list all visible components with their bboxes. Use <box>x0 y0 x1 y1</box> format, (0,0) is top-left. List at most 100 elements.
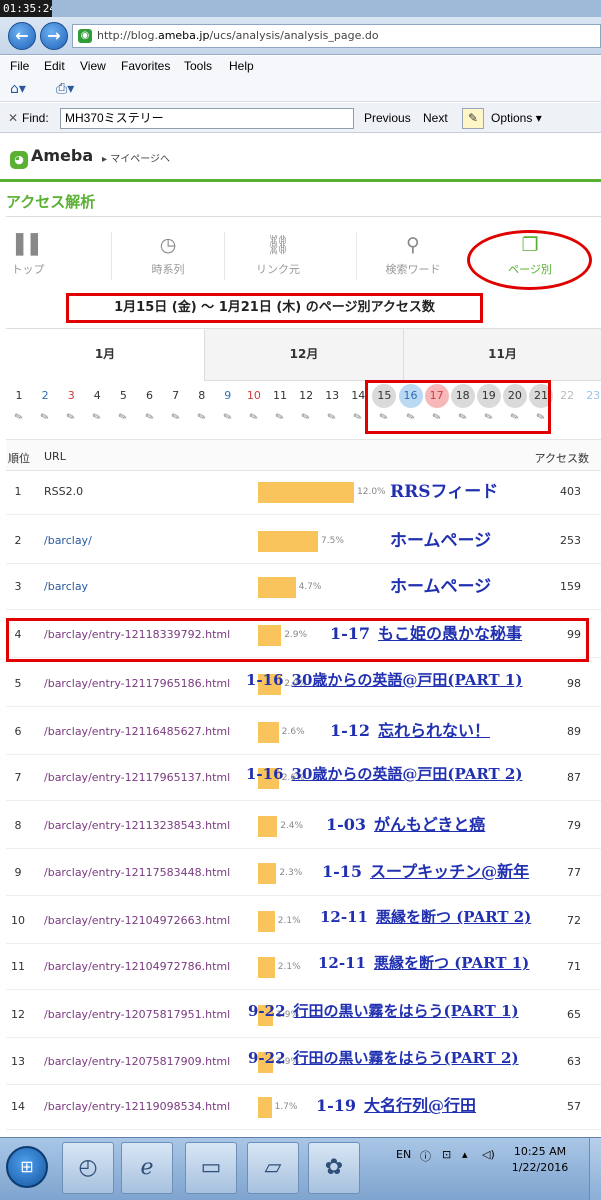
pencil-icon[interactable]: ✎ <box>240 408 268 427</box>
share-bar <box>258 722 279 743</box>
pencil-icon[interactable]: ✎ <box>31 408 59 427</box>
find-bar: ✕ Find: MH370ミステリー Previous Next ✎ Optio… <box>0 103 601 133</box>
url-link[interactable]: /barclay/entry-12075817951.html <box>44 1008 230 1021</box>
menu-file[interactable]: File <box>10 59 29 73</box>
day-11[interactable]: 11 ✎ <box>267 384 293 424</box>
menu-edit[interactable]: Edit <box>44 59 65 73</box>
print-icon[interactable]: ⎙▾ <box>56 81 74 97</box>
pencil-icon[interactable]: ✎ <box>292 408 320 427</box>
show-desktop-button[interactable] <box>589 1138 601 1200</box>
day-8[interactable]: 8 ✎ <box>189 384 215 424</box>
day-9[interactable]: 9 ✎ <box>215 384 241 424</box>
table-row: 8/barclay/entry-12113238543.html 2.4% 79 1-… <box>6 803 601 849</box>
tab-top[interactable]: ▌▌ トップ <box>0 226 56 286</box>
url-link[interactable]: /barclay/entry-12117965186.html <box>44 677 230 690</box>
chevron-up-icon[interactable]: ▴ <box>462 1148 468 1161</box>
share-bar <box>258 911 275 932</box>
paint-icon[interactable]: ✿ <box>308 1142 360 1194</box>
pencil-icon[interactable]: ✎ <box>57 408 85 427</box>
day-3[interactable]: 3 ✎ <box>58 384 84 424</box>
pencil-icon[interactable]: ✎ <box>188 408 216 427</box>
clock-app-icon[interactable]: ◴ <box>62 1142 114 1194</box>
day-6[interactable]: 6 ✎ <box>137 384 163 424</box>
find-options-button[interactable]: Options ▾ <box>491 111 542 125</box>
url-link[interactable]: /barclay/entry-12117965137.html <box>44 771 230 784</box>
mypage-link[interactable]: ▸ マイページへ <box>102 150 170 165</box>
tab-month-november[interactable]: 11月 <box>403 329 601 381</box>
tab-timeline[interactable]: ◷ 時系列 <box>112 226 224 286</box>
pencil-icon[interactable]: ✎ <box>318 408 346 427</box>
day-10[interactable]: 10 ✎ <box>241 384 267 424</box>
url-link[interactable]: /barclay/entry-12113238543.html <box>44 819 230 832</box>
access-count: 63 <box>567 1055 581 1068</box>
pencil-icon[interactable]: ✎ <box>214 408 242 427</box>
home-icon[interactable]: ⌂▾ <box>10 81 26 97</box>
day-7[interactable]: 7 ✎ <box>163 384 189 424</box>
day-5[interactable]: 5 ✎ <box>110 384 136 424</box>
back-button[interactable]: ← <box>8 22 36 50</box>
language-indicator[interactable]: EN <box>396 1148 411 1161</box>
find-next-button[interactable]: Next <box>423 111 448 125</box>
forward-button[interactable]: → <box>40 22 68 50</box>
url-link[interactable]: /barclay <box>44 580 88 593</box>
find-input[interactable]: MH370ミステリー <box>60 108 354 129</box>
tab-month-january[interactable]: 1月 <box>6 329 204 381</box>
menu-tools[interactable]: Tools <box>184 59 212 73</box>
address-bar[interactable]: ◉ http://blog.ameba.jp/ucs/analysis/anal… <box>72 24 601 48</box>
access-count: 57 <box>567 1100 581 1113</box>
pencil-icon[interactable]: ✎ <box>135 408 163 427</box>
url-link[interactable]: /barclay/entry-12075817909.html <box>44 1055 230 1068</box>
table-row: 10/barclay/entry-12104972663.html 2.1% 72 1… <box>6 898 601 944</box>
tab-referrer[interactable]: ⛓ リンク元 <box>225 226 331 286</box>
menu-view[interactable]: View <box>80 59 106 73</box>
system-clock[interactable]: 10:25 AM 1/22/2016 <box>510 1144 570 1176</box>
url-link[interactable]: /barclay/entry-12104972786.html <box>44 960 230 973</box>
day-number: 7 <box>172 389 180 402</box>
day-number: 8 <box>198 389 206 402</box>
day-number: 6 <box>146 389 153 402</box>
volume-icon[interactable]: ◁) <box>482 1148 495 1161</box>
find-previous-button[interactable]: Previous <box>364 111 411 125</box>
url-link[interactable]: /barclay/entry-12116485627.html <box>44 725 230 738</box>
day-22[interactable]: 22✎ <box>554 384 580 423</box>
access-count: 79 <box>567 819 581 832</box>
ameba-logo[interactable]: ◕ Ameba <box>10 146 93 169</box>
rank-cell: 14 <box>11 1100 25 1113</box>
url-link[interactable]: /barclay/entry-12117583448.html <box>44 866 230 879</box>
table-row: 2/barclay/7.5% 253 ホームページ <box>6 518 601 564</box>
pencil-icon[interactable]: ✎ <box>5 408 33 427</box>
url-link[interactable]: /barclay/entry-12119098534.html <box>44 1100 230 1113</box>
day-2[interactable]: 2 ✎ <box>32 384 58 424</box>
pencil-icon[interactable]: ✎ <box>83 408 111 427</box>
tab-search-words[interactable]: ⚲ 検索ワード <box>357 226 469 286</box>
rank-cell: 10 <box>11 914 25 927</box>
day-13[interactable]: 13 ✎ <box>319 384 345 424</box>
pencil-icon[interactable]: ✎ <box>109 408 137 427</box>
highlight-icon[interactable]: ✎ <box>462 108 484 129</box>
day-4[interactable]: 4 ✎ <box>84 384 110 424</box>
day-23[interactable]: 23✎ <box>580 384 601 423</box>
start-button[interactable]: ⊞ <box>6 1146 48 1188</box>
day-1[interactable]: 1 ✎ <box>6 384 32 424</box>
note-date: 9-22 <box>248 1002 286 1020</box>
access-count: 71 <box>567 960 581 973</box>
day-12[interactable]: 12 ✎ <box>293 384 319 424</box>
rank-cell: 3 <box>14 580 22 593</box>
close-icon[interactable]: ✕ <box>8 111 18 125</box>
network-icon[interactable]: ⊡ <box>442 1148 451 1161</box>
annotation-note: 1-03 がんもどきと癌 <box>326 811 485 835</box>
access-count: 159 <box>560 580 581 593</box>
url-link[interactable]: /barclay/entry-12104972663.html <box>44 914 230 927</box>
help-icon[interactable]: ⓘ <box>420 1148 431 1164</box>
notebook-icon[interactable]: ▱ <box>247 1142 299 1194</box>
internet-explorer-icon[interactable]: ℯ <box>121 1142 173 1194</box>
url-link[interactable]: /barclay/ <box>44 534 92 547</box>
pencil-icon[interactable]: ✎ <box>161 408 189 427</box>
folder-icon[interactable]: ▭ <box>185 1142 237 1194</box>
menu-favorites[interactable]: Favorites <box>121 59 170 73</box>
menu-help[interactable]: Help <box>229 59 254 73</box>
note-text: 悪縁を断つ (PART 2) <box>375 908 532 926</box>
tab-month-december[interactable]: 12月 <box>204 329 403 381</box>
web-page: ◕ Ameba ▸ マイページへ アクセス解析 ▌▌ トップ ◷ 時系列 ⛓ リン… <box>0 134 601 1137</box>
pencil-icon[interactable]: ✎ <box>266 408 294 427</box>
